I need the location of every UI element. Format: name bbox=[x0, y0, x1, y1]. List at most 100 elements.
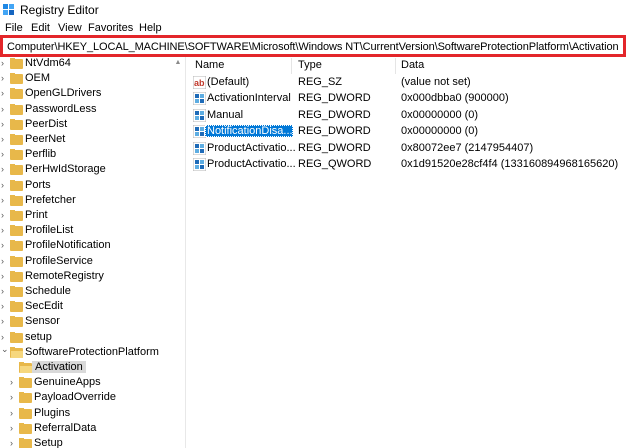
value-row[interactable]: NotificationDisa... REG_DWORD 0x00000000 (… bbox=[187, 124, 636, 140]
folder-icon bbox=[19, 362, 32, 373]
address-bar[interactable]: Computer\HKEY_LOCAL_MACHINE\SOFTWARE\Mic… bbox=[0, 35, 626, 57]
menu-help[interactable]: Help bbox=[139, 22, 162, 34]
column-header-data[interactable]: Data bbox=[401, 59, 424, 71]
tree-item-label: Schedule bbox=[25, 285, 71, 297]
tree-item-secedit[interactable]: › SecEdit bbox=[1, 299, 181, 314]
menu-file[interactable]: File bbox=[5, 22, 23, 34]
value-data: 0x000dbba0 (900000) bbox=[401, 92, 509, 105]
tree-item-ports[interactable]: › Ports bbox=[1, 178, 181, 193]
menu-favorites[interactable]: Favorites bbox=[88, 22, 133, 34]
tree-item-profilelist[interactable]: › ProfileList bbox=[1, 223, 181, 238]
chevron-right-icon[interactable]: › bbox=[1, 331, 9, 343]
tree-item-peerdist[interactable]: › PeerDist bbox=[1, 117, 181, 132]
value-name: Manual bbox=[207, 108, 244, 121]
binary-value-icon bbox=[193, 92, 206, 106]
chevron-right-icon[interactable]: › bbox=[1, 224, 9, 236]
tree-item-remoteregistry[interactable]: › RemoteRegistry bbox=[1, 269, 181, 284]
tree-item-sensor[interactable]: › Sensor bbox=[1, 314, 181, 329]
tree-item-label: Ports bbox=[25, 178, 51, 191]
values-pane[interactable]: Name Type Data ab (Default) REG_SZ (value n… bbox=[187, 57, 636, 448]
chevron-right-icon[interactable]: › bbox=[1, 270, 9, 282]
chevron-right-icon[interactable]: › bbox=[1, 209, 9, 221]
tree-item-softwareprotectionplatform[interactable]: ⌄ SoftwareProtectionPlatform bbox=[1, 343, 181, 360]
chevron-right-icon[interactable]: › bbox=[1, 194, 9, 206]
folder-icon bbox=[10, 194, 23, 206]
value-data: 0x80072ee7 (2147954407) bbox=[401, 141, 534, 154]
tree-item-label: ReferralData bbox=[34, 421, 97, 434]
value-row[interactable]: ProductActivatio... REG_DWORD 0x80072ee7 (… bbox=[187, 141, 636, 157]
value-row[interactable]: ProductActivatio... REG_QWORD 0x1d91520e28… bbox=[187, 157, 636, 173]
tree-item-label: PeerDist bbox=[25, 117, 68, 130]
folder-icon bbox=[19, 422, 32, 434]
column-divider[interactable] bbox=[395, 58, 396, 74]
folder-icon bbox=[10, 164, 23, 176]
tree-item-label: PerHwIdStorage bbox=[25, 163, 106, 176]
tree-pane[interactable]: › NtVdm64 › OEM › OpenGLDrivers › PasswordLess ›… bbox=[0, 57, 185, 448]
value-name: ProductActivatio... bbox=[207, 158, 296, 170]
tree-item-label: OEM bbox=[25, 72, 51, 85]
column-header-name[interactable]: Name bbox=[195, 59, 224, 71]
tree-item-label: NtVdm64 bbox=[25, 57, 71, 69]
column-header-type[interactable]: Type bbox=[298, 59, 322, 71]
chevron-right-icon[interactable]: › bbox=[1, 255, 9, 267]
value-row[interactable]: ActivationInterval REG_DWORD 0x000dbba0 (9… bbox=[187, 91, 636, 107]
tree-item-print[interactable]: › Print bbox=[1, 208, 181, 223]
folder-icon bbox=[19, 377, 32, 389]
value-data: (value not set) bbox=[401, 76, 471, 88]
chevron-right-icon[interactable]: › bbox=[1, 300, 9, 312]
chevron-right-icon[interactable]: › bbox=[1, 239, 9, 251]
menu-view[interactable]: View bbox=[58, 22, 82, 34]
window-title: Registry Editor bbox=[20, 3, 99, 17]
chevron-right-icon[interactable]: › bbox=[10, 407, 18, 419]
tree-item-genuineapps[interactable]: › GenuineApps bbox=[10, 375, 185, 390]
tree-item-activation[interactable]: Activation bbox=[10, 360, 185, 375]
chevron-right-icon[interactable]: › bbox=[1, 87, 9, 99]
title-bar: Registry Editor bbox=[0, 0, 636, 20]
pane-splitter[interactable] bbox=[185, 57, 186, 448]
tree-item-schedule[interactable]: › Schedule bbox=[1, 284, 181, 299]
tree-item-setup[interactable]: › Setup bbox=[10, 436, 185, 448]
chevron-right-icon[interactable] bbox=[10, 361, 18, 373]
chevron-right-icon[interactable]: › bbox=[1, 285, 9, 297]
chevron-right-icon[interactable]: › bbox=[1, 163, 9, 175]
chevron-right-icon[interactable]: › bbox=[10, 422, 18, 434]
chevron-right-icon[interactable]: › bbox=[1, 72, 9, 84]
chevron-right-icon[interactable]: › bbox=[10, 391, 18, 403]
tree-item-setup[interactable]: › setup bbox=[1, 330, 181, 345]
tree-item-passwordless[interactable]: › PasswordLess bbox=[1, 102, 181, 117]
chevron-right-icon[interactable]: › bbox=[1, 118, 9, 130]
scroll-up-arrow-icon[interactable]: ▲ bbox=[173, 58, 183, 68]
chevron-right-icon[interactable]: › bbox=[1, 315, 9, 327]
column-divider[interactable] bbox=[291, 58, 292, 74]
tree-item-profileservice[interactable]: › ProfileService bbox=[1, 254, 181, 269]
tree-item-label: Perflib bbox=[25, 148, 57, 161]
chevron-right-icon[interactable]: › bbox=[10, 437, 18, 448]
tree-item-oem[interactable]: › OEM bbox=[1, 71, 181, 86]
value-data: 0x00000000 (0) bbox=[401, 108, 479, 121]
tree-item-plugins[interactable]: › Plugins bbox=[10, 406, 185, 421]
value-type: REG_DWORD bbox=[298, 108, 371, 121]
menu-edit[interactable]: Edit bbox=[31, 22, 50, 34]
folder-icon bbox=[10, 255, 23, 267]
chevron-right-icon[interactable]: › bbox=[1, 148, 9, 160]
tree-item-label: PasswordLess bbox=[25, 102, 97, 115]
chevron-right-icon[interactable]: › bbox=[10, 376, 18, 388]
tree-item-ntvdm64[interactable]: › NtVdm64 bbox=[1, 57, 181, 71]
tree-item-opengldrivers[interactable]: › OpenGLDrivers bbox=[1, 86, 181, 101]
tree-item-perhwidstorage[interactable]: › PerHwIdStorage bbox=[1, 162, 181, 177]
tree-item-referraldata[interactable]: › ReferralData bbox=[10, 421, 185, 436]
chevron-right-icon[interactable]: › bbox=[1, 133, 9, 145]
value-row[interactable]: ab (Default) REG_SZ (value not set) bbox=[187, 75, 636, 91]
tree-item-payloadoverride[interactable]: › PayloadOverride bbox=[10, 390, 185, 405]
chevron-right-icon[interactable]: › bbox=[1, 179, 9, 191]
tree-item-perflib[interactable]: › Perflib bbox=[1, 147, 181, 162]
tree-item-peernet[interactable]: › PeerNet bbox=[1, 132, 181, 147]
chevron-right-icon[interactable]: › bbox=[1, 57, 9, 69]
tree-item-profilenotification[interactable]: › ProfileNotification bbox=[1, 238, 181, 253]
address-path[interactable]: Computer\HKEY_LOCAL_MACHINE\SOFTWARE\Mic… bbox=[7, 41, 619, 53]
value-row[interactable]: Manual REG_DWORD 0x00000000 (0) bbox=[187, 108, 636, 124]
chevron-right-icon[interactable]: › bbox=[1, 103, 9, 115]
chevron-down-icon[interactable]: ⌄ bbox=[1, 343, 9, 355]
tree-item-label: Setup bbox=[34, 437, 63, 448]
tree-item-prefetcher[interactable]: › Prefetcher bbox=[1, 193, 181, 208]
